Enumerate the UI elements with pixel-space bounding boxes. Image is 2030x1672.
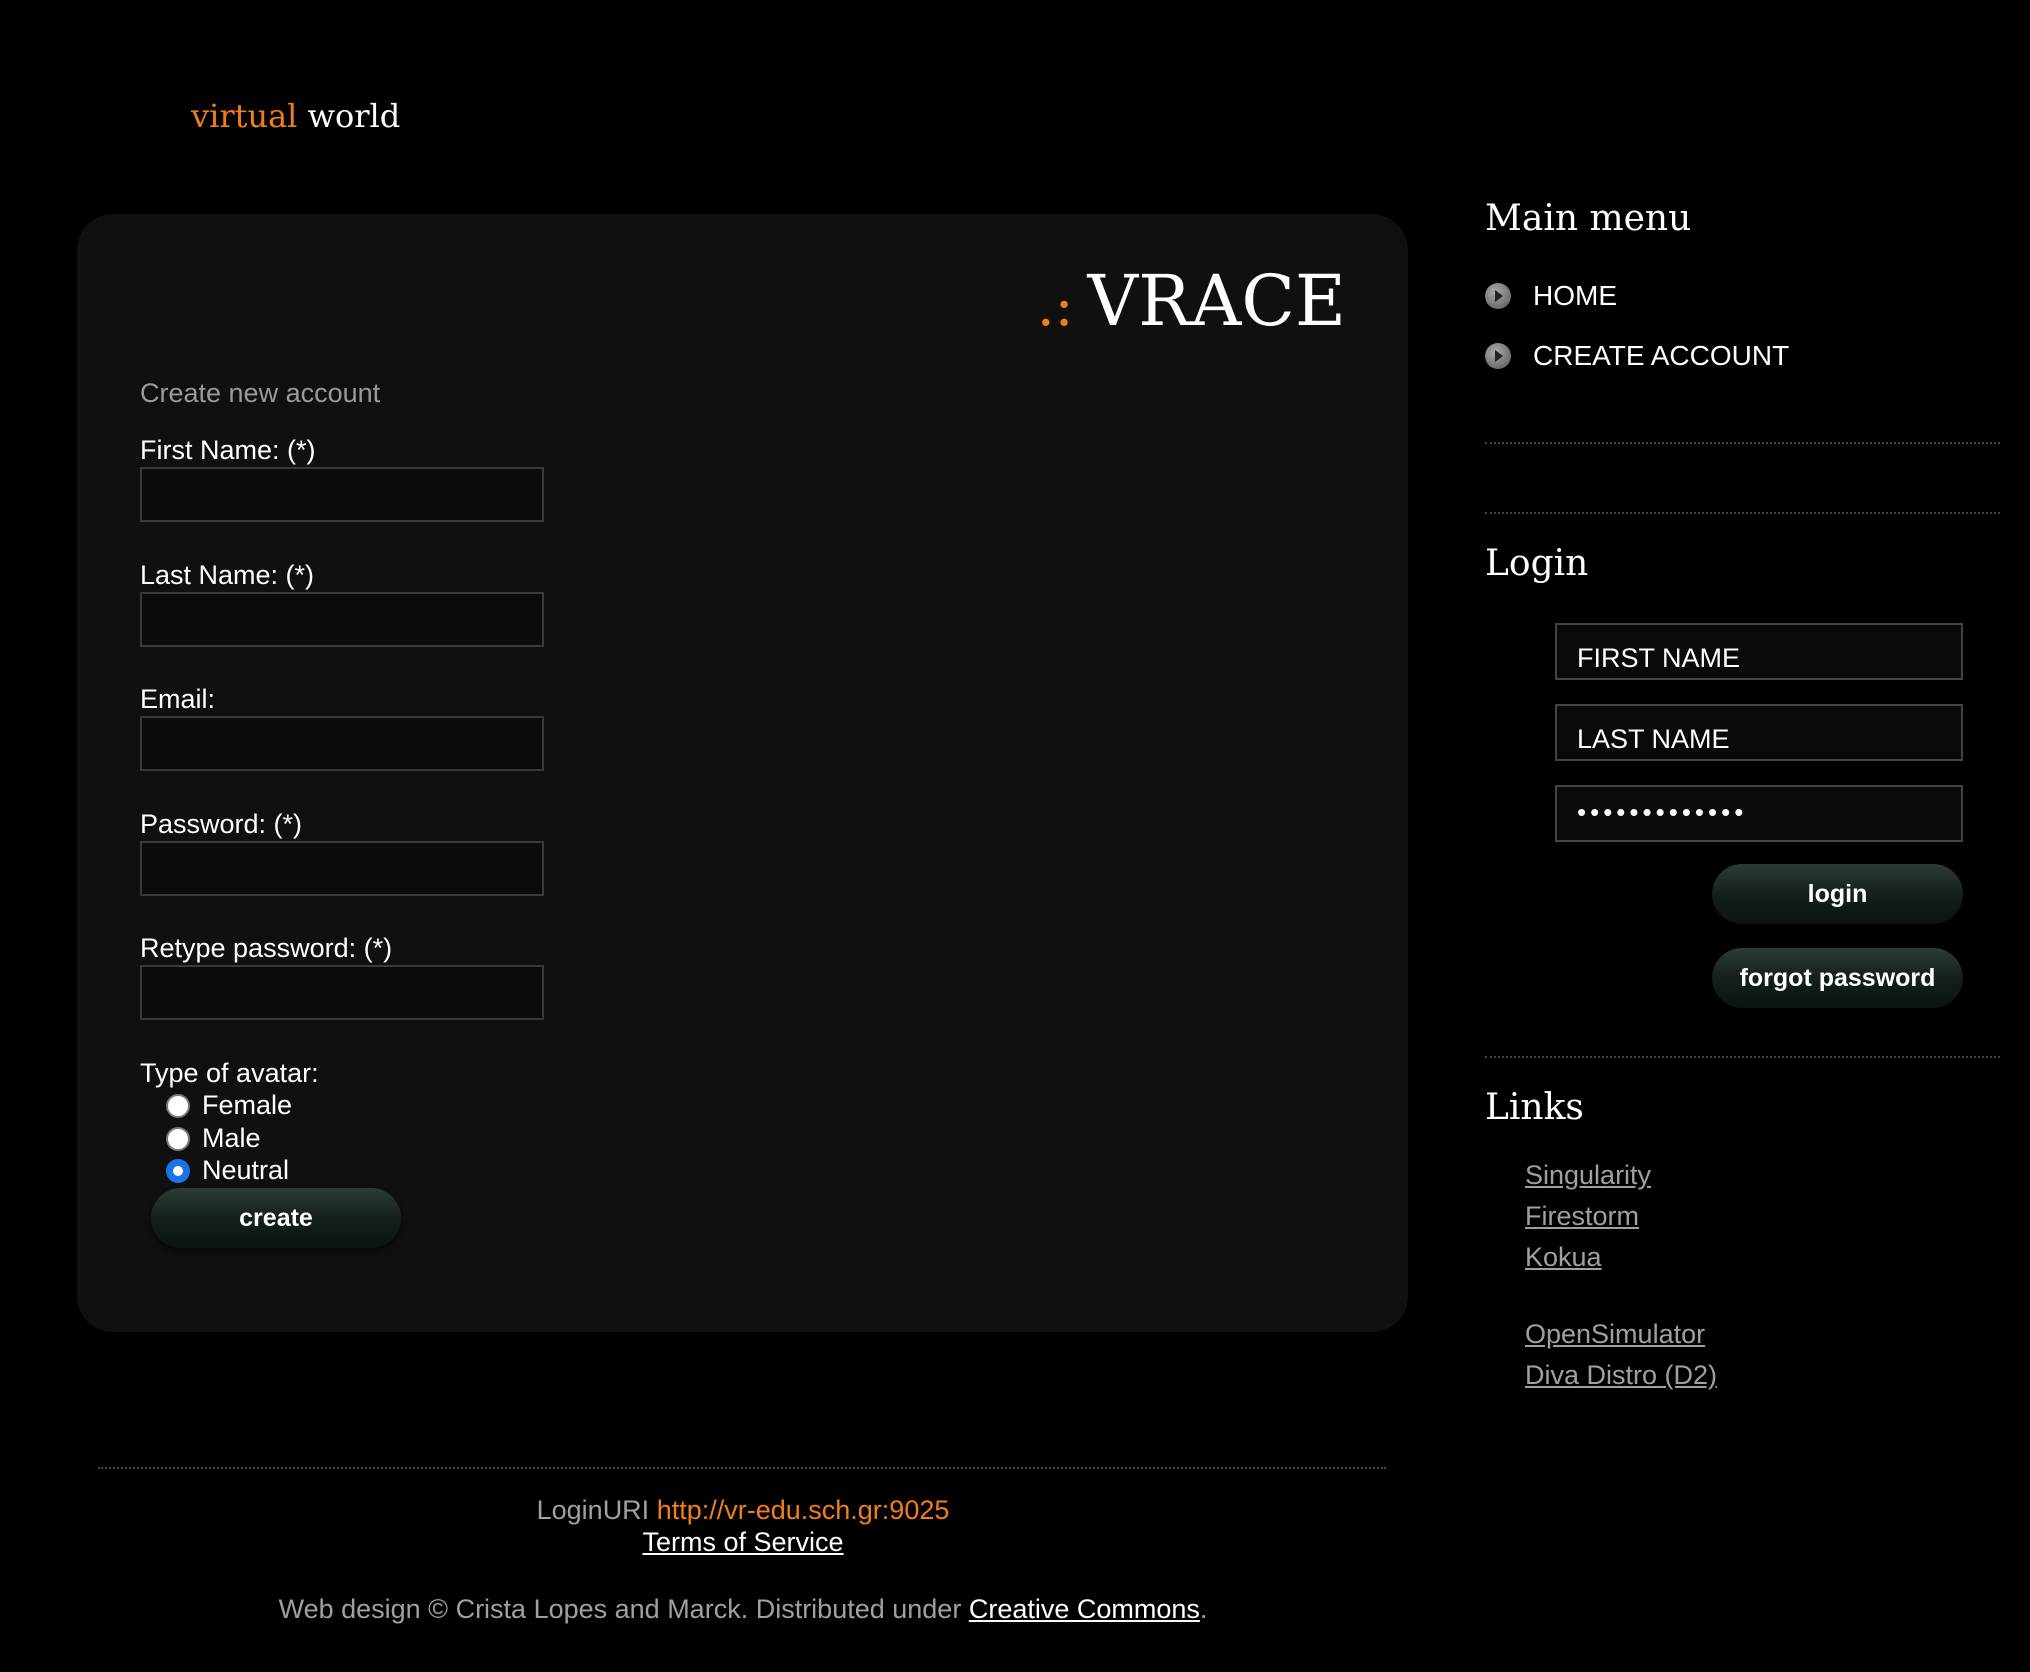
main-menu-title: Main menu — [1485, 198, 1692, 239]
link-singularity[interactable]: Singularity — [1525, 1160, 1651, 1191]
first-name-input[interactable] — [140, 467, 544, 522]
last-name-input[interactable] — [140, 592, 544, 647]
link-diva-distro[interactable]: Diva Distro (D2) — [1525, 1360, 1717, 1391]
logo-text: VRACE — [1087, 260, 1346, 342]
logo-dots: .: — [1036, 274, 1074, 339]
avatar-option-label: Male — [202, 1123, 261, 1153]
avatar-type-label: Type of avatar: — [140, 1058, 319, 1088]
password-input[interactable] — [140, 841, 544, 896]
form-heading: Create new account — [140, 378, 381, 408]
menu-item-create-account[interactable]: CREATE ACCOUNT — [1485, 340, 1789, 372]
menu-item-label: HOME — [1533, 280, 1617, 311]
first-name-label: First Name: (*) — [140, 435, 316, 465]
menu-item-home[interactable]: HOME — [1485, 280, 1617, 312]
sidebar-divider — [1485, 442, 2000, 444]
password-mask: ••••••••••••• — [1577, 797, 1748, 827]
avatar-option-label: Neutral — [202, 1155, 290, 1185]
login-uri-line: LoginURI http://vr-edu.sch.gr:9025 — [0, 1495, 1486, 1526]
radio-neutral[interactable] — [166, 1158, 190, 1183]
avatar-option-label: Female — [202, 1090, 293, 1120]
retype-password-input[interactable] — [140, 965, 544, 1020]
sidebar-divider — [1485, 512, 2000, 514]
terms-of-service-link[interactable]: Terms of Service — [642, 1527, 843, 1557]
credits-suffix: . — [1199, 1594, 1208, 1624]
site-brand[interactable]: virtual world — [191, 97, 400, 135]
create-account-panel: .: VRACE Create new account First Name: (… — [77, 214, 1408, 1332]
arrow-bullet-icon — [1485, 343, 1511, 369]
credits-line: Web design © Crista Lopes and Marck. Dis… — [0, 1594, 1486, 1625]
terms-line: Terms of Service — [0, 1527, 1486, 1558]
sidebar-divider — [1485, 1056, 2000, 1058]
link-opensimulator[interactable]: OpenSimulator — [1525, 1319, 1705, 1350]
vrace-logo: .: VRACE — [1037, 260, 1346, 342]
link-kokua[interactable]: Kokua — [1525, 1242, 1602, 1273]
avatar-option-female[interactable]: Female — [166, 1090, 292, 1121]
login-button[interactable]: login — [1712, 864, 1963, 924]
radio-female[interactable] — [166, 1093, 190, 1118]
retype-password-label: Retype password: (*) — [140, 933, 393, 963]
avatar-option-neutral[interactable]: Neutral — [166, 1155, 289, 1186]
login-last-name-input[interactable] — [1555, 704, 1963, 761]
brand-word-world: world — [307, 97, 401, 135]
email-label: Email: — [140, 684, 216, 714]
credits-text: Web design © Crista Lopes and Marck. Dis… — [278, 1594, 962, 1624]
page: virtual world .: VRACE Create new account… — [0, 0, 2030, 1672]
menu-item-label: CREATE ACCOUNT — [1533, 340, 1790, 371]
creative-commons-link[interactable]: Creative Commons — [969, 1594, 1200, 1624]
password-label: Password: (*) — [140, 809, 303, 839]
last-name-label: Last Name: (*) — [140, 560, 315, 590]
links-title: Links — [1485, 1087, 1584, 1128]
create-button[interactable]: create — [151, 1188, 401, 1248]
login-first-name-input[interactable] — [1555, 623, 1963, 680]
email-input[interactable] — [140, 716, 544, 771]
footer-divider — [98, 1467, 1386, 1469]
login-uri-value: http://vr-edu.sch.gr:9025 — [656, 1495, 950, 1525]
arrow-bullet-icon — [1485, 283, 1511, 309]
avatar-option-male[interactable]: Male — [166, 1123, 261, 1154]
login-title: Login — [1485, 543, 1589, 584]
link-firestorm[interactable]: Firestorm — [1525, 1201, 1639, 1232]
radio-male[interactable] — [166, 1126, 190, 1151]
brand-word-virtual: virtual — [191, 97, 298, 135]
login-password-input[interactable]: ••••••••••••• — [1555, 785, 1963, 842]
login-uri-label: LoginURI — [536, 1495, 650, 1525]
forgot-password-button[interactable]: forgot password — [1712, 948, 1963, 1008]
